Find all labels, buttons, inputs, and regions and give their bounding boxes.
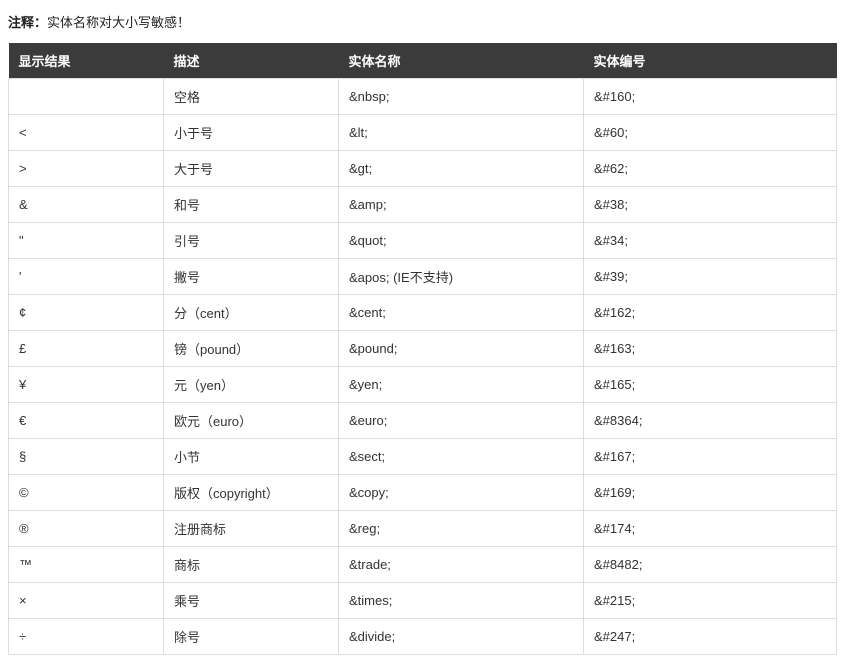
note-line: 注释：实体名称对大小写敏感！ bbox=[8, 8, 834, 43]
table-row: ÷除号&divide;&#247; bbox=[9, 619, 837, 655]
cell-result: " bbox=[9, 223, 164, 259]
cell-result: ' bbox=[9, 259, 164, 295]
cell-number: &#162; bbox=[584, 295, 837, 331]
cell-number: &#167; bbox=[584, 439, 837, 475]
cell-number: &#38; bbox=[584, 187, 837, 223]
cell-result: ™ bbox=[9, 547, 164, 583]
table-row: &和号&amp;&#38; bbox=[9, 187, 837, 223]
cell-result: & bbox=[9, 187, 164, 223]
header-name: 实体名称 bbox=[339, 43, 584, 79]
cell-number: &#60; bbox=[584, 115, 837, 151]
cell-result bbox=[9, 79, 164, 115]
cell-name: &amp; bbox=[339, 187, 584, 223]
cell-desc: 小于号 bbox=[164, 115, 339, 151]
cell-result: < bbox=[9, 115, 164, 151]
table-row: £镑（pound）&pound;&#163; bbox=[9, 331, 837, 367]
cell-result: € bbox=[9, 403, 164, 439]
cell-number: &#39; bbox=[584, 259, 837, 295]
header-result: 显示结果 bbox=[9, 43, 164, 79]
cell-desc: 欧元（euro） bbox=[164, 403, 339, 439]
table-row: ×乘号&times;&#215; bbox=[9, 583, 837, 619]
cell-name: &copy; bbox=[339, 475, 584, 511]
table-row: >大于号&gt;&#62; bbox=[9, 151, 837, 187]
cell-desc: 版权（copyright） bbox=[164, 475, 339, 511]
cell-number: &#8482; bbox=[584, 547, 837, 583]
cell-number: &#34; bbox=[584, 223, 837, 259]
cell-result: ¥ bbox=[9, 367, 164, 403]
cell-name: &cent; bbox=[339, 295, 584, 331]
table-row: €欧元（euro）&euro;&#8364; bbox=[9, 403, 837, 439]
cell-desc: 分（cent） bbox=[164, 295, 339, 331]
table-row: §小节&sect;&#167; bbox=[9, 439, 837, 475]
cell-desc: 除号 bbox=[164, 619, 339, 655]
cell-number: &#169; bbox=[584, 475, 837, 511]
table-row: ©版权（copyright）&copy;&#169; bbox=[9, 475, 837, 511]
cell-desc: 空格 bbox=[164, 79, 339, 115]
cell-name: &divide; bbox=[339, 619, 584, 655]
cell-name: &gt; bbox=[339, 151, 584, 187]
cell-number: &#62; bbox=[584, 151, 837, 187]
cell-desc: 乘号 bbox=[164, 583, 339, 619]
note-label: 注释： bbox=[8, 15, 47, 30]
note-text: 实体名称对大小写敏感！ bbox=[47, 15, 190, 30]
cell-desc: 镑（pound） bbox=[164, 331, 339, 367]
cell-name: &yen; bbox=[339, 367, 584, 403]
cell-name: &trade; bbox=[339, 547, 584, 583]
cell-name: &nbsp; bbox=[339, 79, 584, 115]
cell-desc: 元（yen） bbox=[164, 367, 339, 403]
cell-result: > bbox=[9, 151, 164, 187]
cell-result: × bbox=[9, 583, 164, 619]
cell-result: ¢ bbox=[9, 295, 164, 331]
table-row: ¥元（yen）&yen;&#165; bbox=[9, 367, 837, 403]
table-row: <小于号&lt;&#60; bbox=[9, 115, 837, 151]
cell-desc: 大于号 bbox=[164, 151, 339, 187]
cell-name: &pound; bbox=[339, 331, 584, 367]
cell-number: &#163; bbox=[584, 331, 837, 367]
table-row: ®注册商标&reg;&#174; bbox=[9, 511, 837, 547]
cell-desc: 撇号 bbox=[164, 259, 339, 295]
table-row: ™商标&trade;&#8482; bbox=[9, 547, 837, 583]
cell-name: &apos; (IE不支持) bbox=[339, 259, 584, 295]
cell-result: £ bbox=[9, 331, 164, 367]
cell-desc: 小节 bbox=[164, 439, 339, 475]
cell-number: &#215; bbox=[584, 583, 837, 619]
cell-result: © bbox=[9, 475, 164, 511]
cell-desc: 和号 bbox=[164, 187, 339, 223]
cell-number: &#160; bbox=[584, 79, 837, 115]
header-desc: 描述 bbox=[164, 43, 339, 79]
table-row: '撇号&apos; (IE不支持)&#39; bbox=[9, 259, 837, 295]
cell-number: &#8364; bbox=[584, 403, 837, 439]
cell-result: § bbox=[9, 439, 164, 475]
entity-table: 显示结果 描述 实体名称 实体编号 空格&nbsp;&#160;<小于号&lt;… bbox=[8, 43, 837, 655]
cell-result: ® bbox=[9, 511, 164, 547]
cell-desc: 引号 bbox=[164, 223, 339, 259]
table-row: "引号&quot;&#34; bbox=[9, 223, 837, 259]
cell-number: &#247; bbox=[584, 619, 837, 655]
cell-desc: 注册商标 bbox=[164, 511, 339, 547]
header-number: 实体编号 bbox=[584, 43, 837, 79]
cell-name: &quot; bbox=[339, 223, 584, 259]
cell-desc: 商标 bbox=[164, 547, 339, 583]
cell-name: &sect; bbox=[339, 439, 584, 475]
cell-name: &euro; bbox=[339, 403, 584, 439]
table-row: 空格&nbsp;&#160; bbox=[9, 79, 837, 115]
table-row: ¢分（cent）&cent;&#162; bbox=[9, 295, 837, 331]
cell-name: &reg; bbox=[339, 511, 584, 547]
cell-name: &lt; bbox=[339, 115, 584, 151]
cell-number: &#165; bbox=[584, 367, 837, 403]
cell-result: ÷ bbox=[9, 619, 164, 655]
cell-name: &times; bbox=[339, 583, 584, 619]
table-header-row: 显示结果 描述 实体名称 实体编号 bbox=[9, 43, 837, 79]
cell-number: &#174; bbox=[584, 511, 837, 547]
